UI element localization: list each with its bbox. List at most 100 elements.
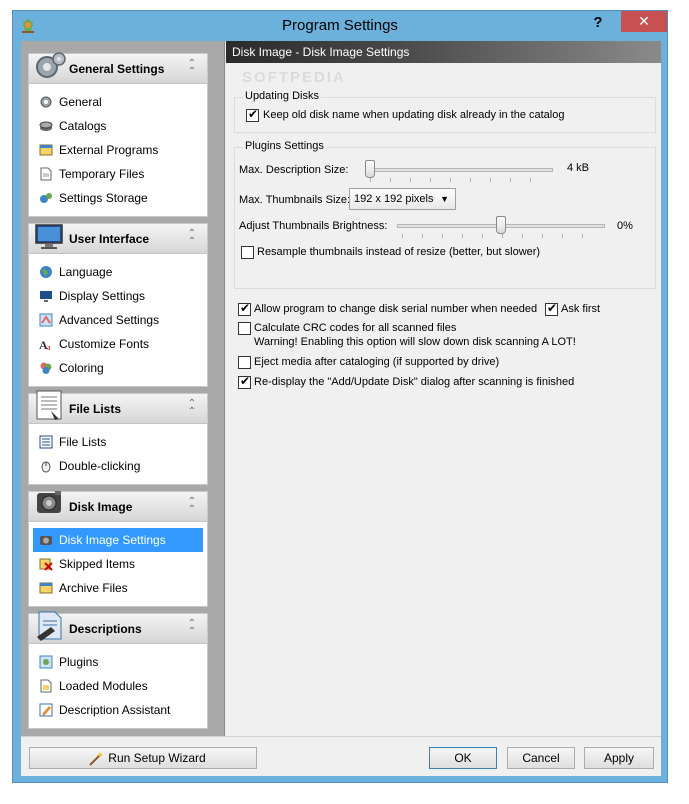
disk-image-icon — [37, 491, 61, 513]
font-icon: Aa — [39, 338, 51, 351]
nav-item-display-settings[interactable]: Display Settings — [29, 284, 207, 308]
nav-group-descriptions: Descriptions ⌃ ⌃ Plugins Loaded Modules D… — [28, 611, 208, 729]
dialog-footer: Run Setup Wizard OK Cancel Apply — [21, 736, 661, 776]
nav-item-label: Description Assistant — [59, 703, 171, 717]
max-thumbnails-size-label: Max. Thumbnails Size: — [239, 194, 351, 206]
palette-icon — [40, 362, 52, 374]
collapse-chevron-icon[interactable]: ⌃ ⌃ — [185, 399, 199, 417]
nav-item-coloring[interactable]: Coloring — [29, 356, 207, 380]
run-setup-wizard-button[interactable]: Run Setup Wizard — [29, 747, 257, 769]
monitor-icon — [35, 224, 63, 249]
svg-text:a: a — [47, 343, 51, 351]
advanced-icon — [39, 313, 53, 327]
assistant-icon — [39, 703, 53, 717]
keep-old-name-checkbox[interactable] — [246, 107, 259, 122]
cancel-button[interactable]: Cancel — [507, 747, 575, 769]
nav-item-plugins[interactable]: Plugins — [29, 650, 207, 674]
plugins-settings-group: Plugins Settings Max. Description Size: … — [234, 140, 656, 289]
nav-item-temporary-files[interactable]: Temporary Files — [29, 162, 207, 186]
calculate-crc-label: Calculate CRC codes for all scanned file… — [254, 322, 457, 334]
nav-item-external-programs[interactable]: External Programs — [29, 138, 207, 162]
watermark: SOFTPEDIA — [242, 69, 346, 86]
group-title: User Interface — [69, 232, 150, 246]
nav-item-archive-files[interactable]: Archive Files — [29, 576, 207, 600]
nav-item-settings-storage[interactable]: Settings Storage — [29, 186, 207, 210]
dropdown-arrow-icon: ▼ — [440, 194, 449, 204]
nav-item-language[interactable]: Language — [29, 260, 207, 284]
close-button[interactable]: ✕ — [621, 11, 667, 32]
nav-item-label: Skipped Items — [59, 557, 136, 571]
nav-item-double-clicking[interactable]: Double-clicking — [29, 454, 207, 478]
updating-disks-group: Updating Disks Keep old disk name when u… — [234, 90, 656, 133]
module-icon — [40, 679, 52, 693]
ask-first-checkbox[interactable] — [545, 301, 558, 316]
nav-item-label: Coloring — [59, 361, 104, 375]
max-description-size-slider[interactable] — [365, 160, 375, 178]
nav-item-general[interactable]: General — [29, 90, 207, 114]
nav-item-loaded-modules[interactable]: Loaded Modules — [29, 674, 207, 698]
nav-item-description-assistant[interactable]: Description Assistant — [29, 698, 207, 722]
panel-header: Disk Image - Disk Image Settings — [226, 41, 661, 63]
help-button[interactable]: ? — [587, 14, 609, 34]
nav-item-label: Loaded Modules — [59, 679, 148, 693]
apply-button[interactable]: Apply — [584, 747, 654, 769]
nav-item-advanced-settings[interactable]: Advanced Settings — [29, 308, 207, 332]
nav-item-skipped-items[interactable]: Skipped Items — [29, 552, 207, 576]
globe-icon — [40, 266, 52, 278]
group-title: Disk Image — [69, 500, 133, 514]
collapse-chevron-icon[interactable]: ⌃ ⌃ — [185, 229, 199, 247]
nav-item-label: Disk Image Settings — [59, 533, 166, 547]
list-icon — [39, 435, 53, 449]
keep-old-name-label: Keep old disk name when updating disk al… — [263, 109, 565, 121]
window-title: Program Settings — [282, 17, 398, 34]
nav-item-label: General — [59, 95, 102, 109]
collapse-chevron-icon[interactable]: ⌃ ⌃ — [185, 497, 199, 515]
group-title: General Settings — [69, 62, 165, 76]
nav-item-file-lists[interactable]: File Lists — [29, 430, 207, 454]
skipped-icon — [39, 558, 53, 571]
brightness-value: 0% — [617, 220, 633, 232]
nav-item-label: Advanced Settings — [59, 313, 160, 327]
max-thumbnails-size-select[interactable]: 192 x 192 pixels ▼ — [349, 188, 456, 210]
nav-item-label: Customize Fonts — [59, 337, 150, 351]
archive-icon — [39, 582, 53, 594]
nav-item-label: Double-clicking — [59, 459, 141, 473]
ok-button[interactable]: OK — [429, 747, 497, 769]
group-header[interactable]: File Lists ⌃ ⌃ — [29, 390, 207, 424]
collapse-chevron-icon[interactable]: ⌃ ⌃ — [185, 59, 199, 77]
group-header[interactable]: Disk Image ⌃ ⌃ — [29, 491, 207, 522]
select-value: 192 x 192 pixels — [354, 193, 434, 205]
nav-item-catalogs[interactable]: Catalogs — [29, 114, 207, 138]
nav-group-user-interface: User Interface ⌃ ⌃ Language Display Setti… — [28, 223, 208, 387]
gears-icon — [36, 52, 66, 78]
calculate-crc-checkbox[interactable] — [238, 322, 251, 335]
brightness-slider[interactable] — [496, 216, 506, 234]
redisplay-dialog-checkbox[interactable] — [238, 374, 251, 389]
settings-panel: SOFTPEDIA Updating Disks Keep old disk n… — [226, 63, 661, 736]
client-area: General Settings ⌃ ⌃ General Catalogs Ext… — [21, 41, 661, 776]
eject-media-checkbox[interactable] — [238, 356, 251, 369]
storage-icon — [40, 193, 52, 203]
max-description-size-label: Max. Description Size: — [239, 164, 349, 176]
group-header[interactable]: Descriptions ⌃ ⌃ — [29, 611, 207, 644]
nav-group-file-lists: File Lists ⌃ ⌃ File Lists Double-clicking — [28, 390, 208, 485]
program-icon — [39, 144, 53, 156]
nav-group-general-settings: General Settings ⌃ ⌃ General Catalogs Ext… — [28, 52, 208, 217]
group-header[interactable]: User Interface ⌃ ⌃ — [29, 224, 207, 254]
nav-item-label: Temporary Files — [59, 167, 145, 181]
collapse-chevron-icon[interactable]: ⌃ ⌃ — [185, 619, 199, 637]
nav-item-customize-fonts[interactable]: Aa Customize Fonts — [29, 332, 207, 356]
nav-item-label: Display Settings — [59, 289, 146, 303]
plugin-icon — [39, 655, 53, 669]
nav-item-label: External Programs — [59, 143, 159, 157]
allow-serial-change-checkbox[interactable] — [238, 301, 251, 316]
resample-checkbox[interactable] — [241, 246, 254, 259]
nav-item-disk-image-settings[interactable]: Disk Image Settings — [33, 528, 203, 552]
redisplay-dialog-label: Re-display the "Add/Update Disk" dialog … — [254, 376, 575, 388]
group-header[interactable]: General Settings ⌃ ⌃ — [29, 52, 207, 84]
slider-ticks — [402, 234, 602, 238]
temp-file-icon — [40, 167, 52, 181]
brightness-label: Adjust Thumbnails Brightness: — [239, 220, 388, 232]
nav-item-label: Catalogs — [59, 119, 107, 133]
slider-ticks — [370, 178, 550, 182]
